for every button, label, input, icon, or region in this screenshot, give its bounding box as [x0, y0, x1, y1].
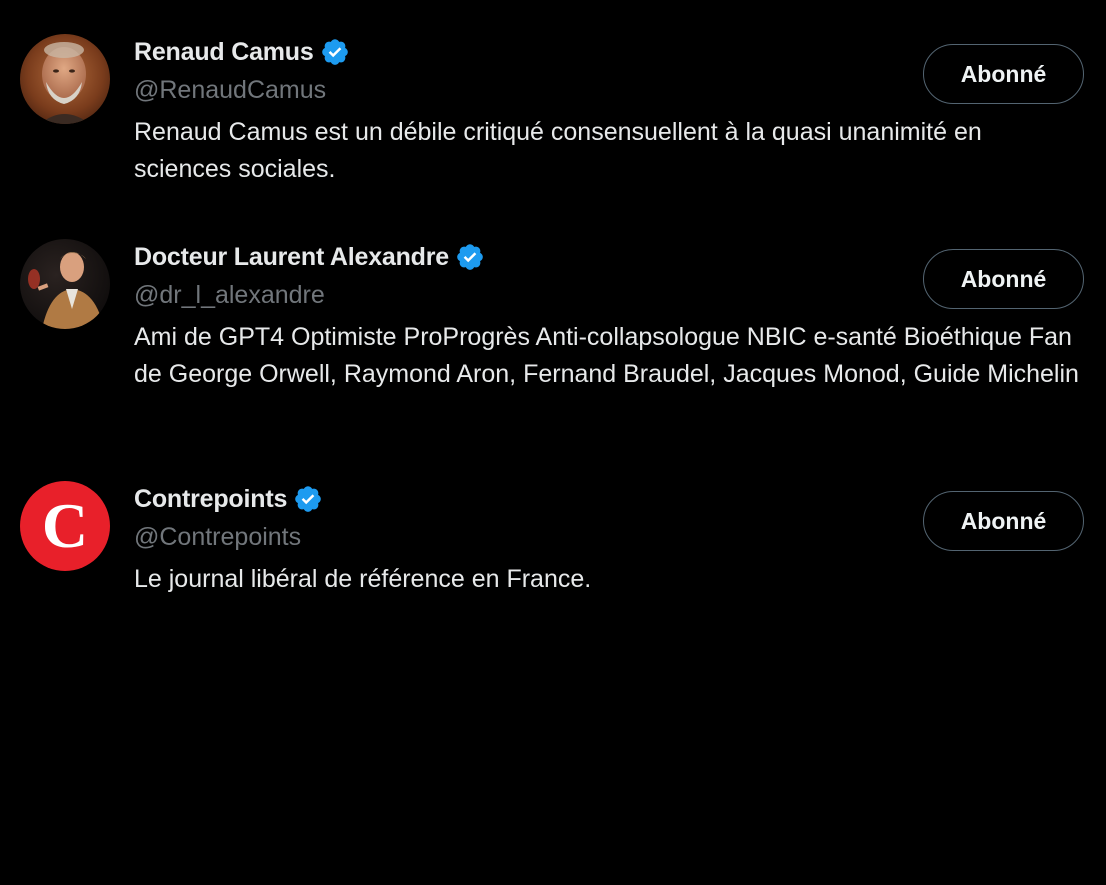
following-button[interactable]: Abonné: [923, 249, 1084, 309]
bearded-man-photo-icon: [20, 34, 110, 124]
bio: Le journal libéral de référence en Franc…: [134, 565, 592, 593]
display-name[interactable]: Renaud Camus: [134, 38, 314, 67]
user-cell-laurent-alexandre[interactable]: Docteur Laurent Alexandre @dr_l_alexandr…: [0, 239, 1106, 439]
display-name[interactable]: Docteur Laurent Alexandre: [134, 243, 449, 272]
following-button[interactable]: Abonné: [923, 44, 1084, 104]
bio: Ami de GPT4 Optimiste ProProgrès Anti-co…: [134, 323, 1079, 388]
avatar[interactable]: [20, 239, 110, 329]
verified-badge-icon: [457, 244, 483, 270]
speaker-on-stage-photo-icon: [20, 239, 110, 329]
verified-badge-icon: [321, 39, 348, 65]
contrepoints-c-logo-icon: C: [20, 481, 110, 571]
avatar[interactable]: C: [20, 481, 110, 571]
bio: Renaud Camus est un débile critiqué cons…: [134, 118, 982, 183]
following-button[interactable]: Abonné: [923, 491, 1084, 551]
user-cell-contrepoints[interactable]: C Contrepoints @Contrepoints Le journal …: [0, 481, 1106, 611]
verified-badge-icon: [295, 486, 321, 512]
display-name[interactable]: Contrepoints: [134, 485, 287, 514]
avatar-letter: C: [42, 490, 88, 561]
avatar[interactable]: [20, 34, 110, 124]
user-cell-renaud-camus[interactable]: Renaud Camus @RenaudCamus Renaud Camus e…: [0, 34, 1106, 194]
